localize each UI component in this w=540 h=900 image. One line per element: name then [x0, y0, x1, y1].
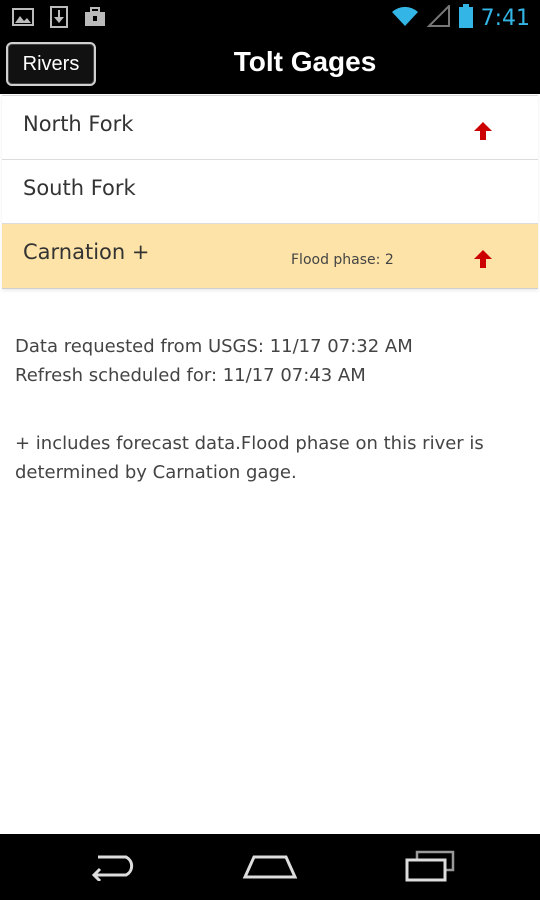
gage-list: North Fork South Fork Carnation + Flood … — [2, 95, 538, 289]
status-time: 7:41 — [480, 5, 530, 31]
gage-name: North Fork — [23, 112, 134, 136]
refresh-scheduled-text: Refresh scheduled for: 11/17 07:43 AM — [15, 365, 366, 386]
recent-apps-icon[interactable] — [400, 846, 460, 886]
rivers-button[interactable]: Rivers — [6, 42, 96, 86]
arrow-up-icon — [472, 248, 494, 270]
forecast-note: + includes forecast data.Flood phase on … — [15, 433, 484, 483]
nav-bar — [0, 834, 540, 900]
wifi-icon — [391, 5, 419, 32]
arrow-up-icon — [472, 120, 494, 142]
action-bar: Rivers Tolt Gages — [0, 36, 540, 94]
briefcase-icon — [84, 7, 106, 32]
image-icon — [12, 7, 34, 32]
status-bar: 7:41 — [0, 0, 540, 36]
notification-icons — [12, 6, 106, 33]
home-icon[interactable] — [240, 846, 300, 886]
flood-phase-label: Flood phase: 2 — [291, 252, 394, 268]
data-requested-text: Data requested from USGS: 11/17 07:32 AM — [15, 336, 413, 357]
data-status-info: Data requested from USGS: 11/17 07:32 AM… — [15, 332, 515, 390]
gage-row-north-fork[interactable]: North Fork — [2, 96, 538, 160]
gage-name: South Fork — [23, 176, 136, 200]
back-icon[interactable] — [82, 846, 142, 886]
signal-icon — [426, 3, 451, 32]
app-screen: 7:41 Rivers Tolt Gages North Fork South … — [0, 0, 540, 900]
page-title: Tolt Gages — [233, 46, 377, 77]
gage-name: Carnation + — [23, 240, 150, 264]
gage-row-carnation[interactable]: Carnation + Flood phase: 2 — [2, 224, 538, 288]
system-indicators: 7:41 — [391, 3, 530, 33]
battery-icon — [458, 4, 473, 33]
download-icon — [50, 6, 68, 33]
gage-row-south-fork[interactable]: South Fork — [2, 160, 538, 224]
